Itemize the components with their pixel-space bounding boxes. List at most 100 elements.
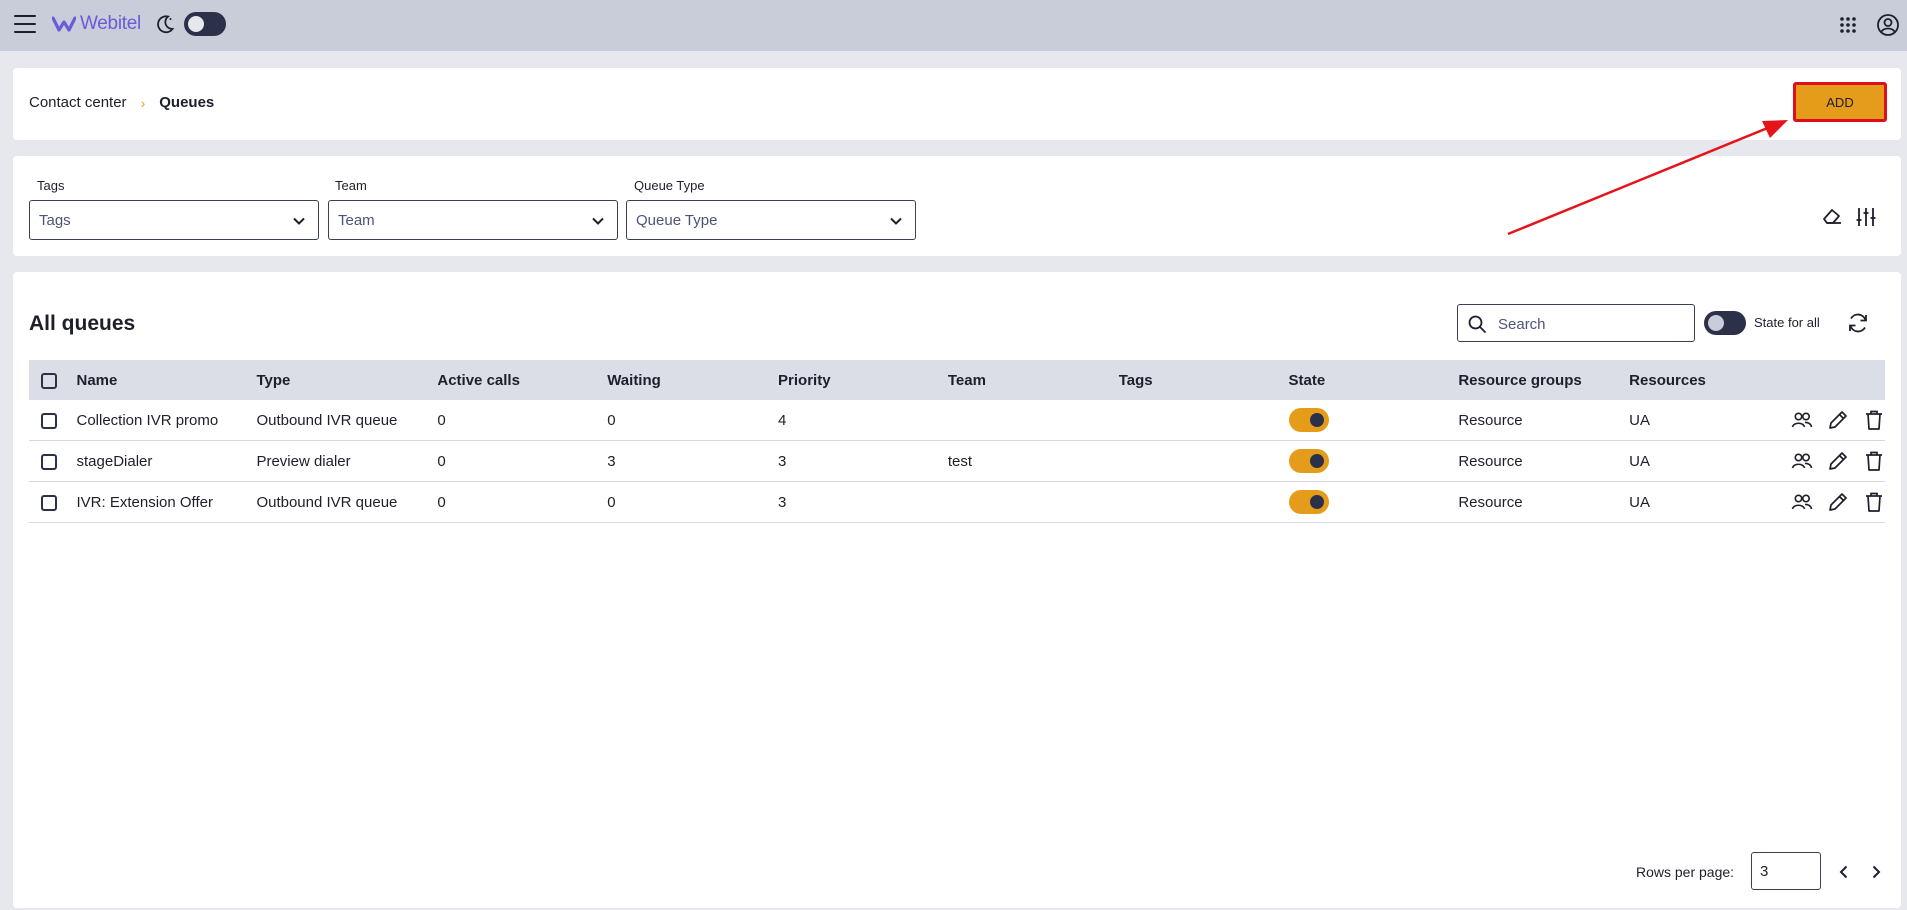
- edit-icon[interactable]: [1827, 450, 1849, 472]
- webitel-logo-mark: [52, 16, 76, 32]
- team: [947, 400, 1119, 441]
- apps-grid-icon[interactable]: [1838, 15, 1858, 35]
- team-select[interactable]: Team: [328, 200, 618, 240]
- menu-icon[interactable]: [14, 15, 36, 33]
- queue-name: Collection IVR promo: [76, 400, 257, 441]
- queue-type-select[interactable]: Queue Type: [626, 200, 916, 240]
- top-app-bar: Webitel: [0, 0, 1907, 51]
- page-header: Contact center › Queues ADD: [13, 68, 1901, 140]
- column-header-state[interactable]: State: [1288, 360, 1459, 400]
- row-actions: [1760, 400, 1885, 441]
- webitel-logo[interactable]: Webitel: [52, 13, 141, 35]
- team: test: [947, 440, 1119, 482]
- members-icon[interactable]: [1791, 410, 1813, 430]
- priority: 3: [778, 481, 948, 523]
- members-icon[interactable]: [1791, 492, 1813, 512]
- members-icon[interactable]: [1791, 451, 1813, 471]
- search-input[interactable]: [1496, 313, 1690, 335]
- tags-select[interactable]: Tags: [29, 200, 319, 240]
- filters-panel: Tags Tags Team Team Queue Type Queue Typ…: [13, 156, 1901, 256]
- eraser-icon[interactable]: [1821, 206, 1843, 226]
- team-filter-label: Team: [335, 178, 367, 193]
- priority: 4: [778, 400, 948, 441]
- trash-icon[interactable]: [1863, 409, 1885, 431]
- chevron-down-icon: [890, 217, 902, 225]
- active-calls: 0: [437, 440, 608, 482]
- filter-settings-icon[interactable]: [1855, 206, 1877, 228]
- page-title: All queues: [29, 312, 136, 335]
- trash-icon[interactable]: [1863, 450, 1885, 472]
- waiting: 3: [607, 440, 779, 482]
- moon-icon: [157, 15, 175, 34]
- tags: [1118, 440, 1289, 482]
- chevron-down-icon: [592, 217, 604, 225]
- dark-mode-toggle[interactable]: [184, 12, 226, 36]
- waiting: 0: [607, 400, 779, 441]
- column-header-waiting[interactable]: Waiting: [607, 360, 779, 400]
- active-calls: 0: [437, 400, 608, 441]
- tags-select-placeholder: Tags: [39, 212, 71, 229]
- table-row[interactable]: stageDialer Preview dialer 0 3 3 test Re…: [29, 440, 1885, 482]
- resources: UA: [1629, 481, 1761, 523]
- column-header-resources[interactable]: Resources: [1629, 360, 1761, 400]
- chevron-left-icon[interactable]: [1836, 864, 1852, 880]
- column-header-team[interactable]: Team: [947, 360, 1119, 400]
- search-field[interactable]: [1457, 304, 1695, 342]
- resource-groups: Resource: [1458, 440, 1630, 482]
- queue-name: stageDialer: [76, 440, 257, 482]
- tags-filter-label: Tags: [37, 178, 65, 193]
- resources: UA: [1629, 440, 1761, 482]
- row-actions: [1760, 440, 1885, 482]
- state-toggle[interactable]: [1288, 449, 1329, 473]
- queue-type: Outbound IVR queue: [256, 400, 438, 441]
- queues-panel: All queues State for all Name Type Activ…: [13, 272, 1901, 908]
- column-header-priority[interactable]: Priority: [778, 360, 948, 400]
- tags: [1118, 400, 1289, 441]
- queue-type-select-placeholder: Queue Type: [636, 212, 718, 229]
- select-all-cell: [29, 360, 77, 400]
- state-toggle[interactable]: [1288, 490, 1329, 514]
- column-header-name[interactable]: Name: [76, 360, 257, 400]
- row-checkbox[interactable]: [41, 453, 57, 470]
- toggle-knob: [1708, 315, 1724, 331]
- select-all-checkbox[interactable]: [41, 372, 57, 389]
- column-header-tags[interactable]: Tags: [1118, 360, 1289, 400]
- state-toggle[interactable]: [1288, 408, 1329, 432]
- state-for-all-toggle[interactable]: [1704, 311, 1746, 335]
- refresh-icon[interactable]: [1846, 311, 1870, 335]
- column-header-actions: [1760, 360, 1885, 400]
- queue-type: Outbound IVR queue: [256, 481, 438, 523]
- trash-icon[interactable]: [1863, 491, 1885, 513]
- resource-groups: Resource: [1458, 400, 1630, 441]
- tags: [1118, 481, 1289, 523]
- toggle-knob: [1309, 413, 1324, 427]
- row-actions: [1760, 481, 1885, 523]
- logo-text: Webitel: [80, 13, 141, 34]
- table-row[interactable]: IVR: Extension Offer Outbound IVR queue …: [29, 481, 1885, 523]
- rows-per-page-label: Rows per page:: [1636, 864, 1735, 880]
- queue-type-filter-label: Queue Type: [634, 178, 705, 193]
- search-icon: [1468, 315, 1486, 333]
- priority: 3: [778, 440, 948, 482]
- edit-icon[interactable]: [1827, 409, 1849, 431]
- queue-name: IVR: Extension Offer: [76, 481, 257, 523]
- rows-per-page-input[interactable]: [1751, 852, 1821, 890]
- add-button[interactable]: ADD: [1793, 82, 1887, 122]
- active-calls: 0: [437, 481, 608, 523]
- breadcrumb: Contact center › Queues: [29, 94, 214, 111]
- breadcrumb-current: Queues: [159, 94, 215, 111]
- account-icon[interactable]: [1876, 13, 1900, 37]
- breadcrumb-separator: ›: [140, 94, 146, 111]
- row-checkbox[interactable]: [41, 494, 57, 511]
- resources: UA: [1629, 400, 1761, 441]
- table-row[interactable]: Collection IVR promo Outbound IVR queue …: [29, 400, 1885, 441]
- row-checkbox[interactable]: [41, 412, 57, 429]
- breadcrumb-contact-center[interactable]: Contact center: [29, 94, 127, 111]
- edit-icon[interactable]: [1827, 491, 1849, 513]
- waiting: 0: [607, 481, 779, 523]
- column-header-type[interactable]: Type: [256, 360, 438, 400]
- chevron-down-icon: [293, 217, 305, 225]
- chevron-right-icon[interactable]: [1868, 864, 1884, 880]
- column-header-resource-groups[interactable]: Resource groups: [1458, 360, 1630, 400]
- column-header-active-calls[interactable]: Active calls: [437, 360, 608, 400]
